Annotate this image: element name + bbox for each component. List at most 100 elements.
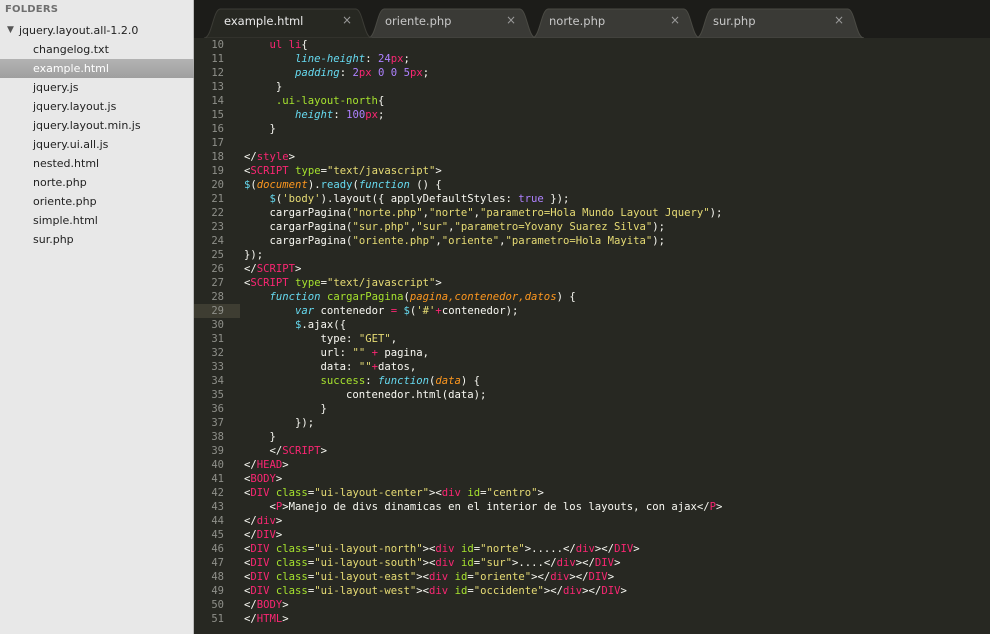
code-token: div xyxy=(257,515,276,527)
line-number: 30 xyxy=(194,318,224,332)
sidebar-file-item[interactable]: jquery.js xyxy=(0,78,194,97)
code-token: line-height xyxy=(295,53,365,65)
code-line[interactable]: </HEAD> xyxy=(244,458,289,472)
code-line[interactable]: } xyxy=(244,430,276,444)
code-line[interactable]: $(document).ready(function () { xyxy=(244,178,442,192)
code-line[interactable]: cargarPagina("oriente.php","oriente","pa… xyxy=(244,234,665,248)
code-line[interactable]: </DIV> xyxy=(244,528,282,542)
tab-example-html[interactable]: example.html× xyxy=(204,8,372,36)
code-line[interactable]: cargarPagina("sur.php","sur","parametro=… xyxy=(244,220,665,234)
code-token: SCRIPT xyxy=(250,277,288,289)
sidebar-file-item[interactable]: oriente.php xyxy=(0,192,194,211)
code-line[interactable]: }); xyxy=(244,248,263,262)
code-line[interactable]: contenedor.html(data); xyxy=(244,388,486,402)
code-line[interactable]: } xyxy=(244,402,327,416)
code-line[interactable]: <DIV class="ui-layout-south"><div id="su… xyxy=(244,556,620,570)
code-token: </ xyxy=(244,459,257,471)
code-token: "parametro=Yovany Suarez Silva" xyxy=(455,221,653,233)
line-number: 39 xyxy=(194,444,224,458)
code-line[interactable]: var contenedor = $('#'+contenedor); xyxy=(244,304,518,318)
sidebar-file-item[interactable]: sur.php xyxy=(0,230,194,249)
code-token: id xyxy=(461,543,474,555)
code-token: px xyxy=(365,109,378,121)
sidebar-file-item[interactable]: norte.php xyxy=(0,173,194,192)
code-token: }); xyxy=(244,249,263,261)
code-line[interactable]: </div> xyxy=(244,514,282,528)
line-number: 34 xyxy=(194,374,224,388)
close-icon[interactable]: × xyxy=(342,13,352,27)
code-line[interactable]: $('body').layout({ applyDefaultStyles: t… xyxy=(244,192,569,206)
code-line[interactable]: success: function(data) { xyxy=(244,374,480,388)
code-line[interactable]: <SCRIPT type="text/javascript"> xyxy=(244,164,442,178)
code-token: "sur.php" xyxy=(352,221,409,233)
sidebar-file-item[interactable]: jquery.layout.js xyxy=(0,97,194,116)
code-line[interactable]: <BODY> xyxy=(244,472,282,486)
code-token: px xyxy=(391,53,404,65)
code-token: data xyxy=(435,375,461,387)
code-token: class xyxy=(276,571,308,583)
code-token: > xyxy=(633,543,639,555)
file-list: changelog.txtexample.htmljquery.jsjquery… xyxy=(0,40,194,249)
code-token: pagina,contenedor,datos xyxy=(410,291,557,303)
code-line[interactable]: </SCRIPT> xyxy=(244,444,327,458)
code-line[interactable]: <DIV class="ui-layout-east"><div id="ori… xyxy=(244,570,614,584)
code-line[interactable]: $.ajax({ xyxy=(244,318,346,332)
code-editor[interactable]: 1011121314151617181920212223242526272829… xyxy=(194,38,990,634)
code-line[interactable]: url: "" + pagina, xyxy=(244,346,429,360)
code-token: </ xyxy=(244,151,257,163)
code-line[interactable]: </BODY> xyxy=(244,598,289,612)
tab-oriente-php[interactable]: oriente.php× xyxy=(368,8,536,36)
sidebar-file-item[interactable]: example.html xyxy=(0,59,194,78)
code-line[interactable]: <DIV class="ui-layout-west"><div id="occ… xyxy=(244,584,627,598)
code-token: id xyxy=(455,571,468,583)
code-line[interactable]: padding: 2px 0 0 5px; xyxy=(244,66,429,80)
code-token: > xyxy=(538,487,544,499)
line-number: 33 xyxy=(194,360,224,374)
code-token: cargarPagina( xyxy=(244,207,352,219)
code-token: ); xyxy=(652,235,665,247)
code-line[interactable]: <DIV class="ui-layout-center"><div id="c… xyxy=(244,486,544,500)
code-line[interactable]: cargarPagina("norte.php","norte","parame… xyxy=(244,206,722,220)
code-token: function xyxy=(378,375,429,387)
code-token: DIV xyxy=(250,585,269,597)
folder-item[interactable]: ▼ jquery.layout.all-1.2.0 xyxy=(0,21,194,40)
sidebar-file-item[interactable]: nested.html xyxy=(0,154,194,173)
code-line[interactable]: <P>Manejo de divs dinamicas en el interi… xyxy=(244,500,722,514)
code-token: >Manejo de divs dinamicas en el interior… xyxy=(282,501,709,513)
code-line[interactable]: data: ""+datos, xyxy=(244,360,416,374)
folder-expanded-icon[interactable]: ▼ xyxy=(7,21,14,40)
code-token: DIV xyxy=(595,557,614,569)
code-line[interactable]: height: 100px; xyxy=(244,108,384,122)
code-line[interactable]: .ui-layout-north{ xyxy=(244,94,384,108)
code-line[interactable]: </style> xyxy=(244,150,295,164)
tab-norte-php[interactable]: norte.php× xyxy=(532,8,700,36)
sidebar-file-item[interactable]: simple.html xyxy=(0,211,194,230)
code-line[interactable]: <SCRIPT type="text/javascript"> xyxy=(244,276,442,290)
code-token: DIV xyxy=(257,529,276,541)
code-line[interactable]: </HTML> xyxy=(244,612,289,626)
code-token: px xyxy=(410,67,423,79)
code-line[interactable]: </SCRIPT> xyxy=(244,262,301,276)
line-number: 45 xyxy=(194,528,224,542)
code-line[interactable]: type: "GET", xyxy=(244,332,397,346)
code-line[interactable]: function cargarPagina(pagina,contenedor,… xyxy=(244,290,576,304)
close-icon[interactable]: × xyxy=(670,13,680,27)
code-token: () { xyxy=(410,179,442,191)
code-line[interactable]: <DIV class="ui-layout-north"><div id="no… xyxy=(244,542,640,556)
sidebar-file-item[interactable]: jquery.layout.min.js xyxy=(0,116,194,135)
sidebar-file-item[interactable]: changelog.txt xyxy=(0,40,194,59)
code-token: ></ xyxy=(582,585,601,597)
code-line[interactable]: ul li{ xyxy=(244,38,308,52)
code-line[interactable]: } xyxy=(244,122,276,136)
code-token: cargarPagina xyxy=(327,291,404,303)
code-line[interactable]: }); xyxy=(244,416,314,430)
tab-sur-php[interactable]: sur.php× xyxy=(696,8,864,36)
code-line[interactable]: } xyxy=(244,80,282,94)
sidebar-file-item[interactable]: jquery.ui.all.js xyxy=(0,135,194,154)
close-icon[interactable]: × xyxy=(834,13,844,27)
line-number: 24 xyxy=(194,234,224,248)
code-token: url: xyxy=(244,347,352,359)
code-line[interactable]: line-height: 24px; xyxy=(244,52,410,66)
close-icon[interactable]: × xyxy=(506,13,516,27)
code-token: "text/javascript" xyxy=(327,277,435,289)
